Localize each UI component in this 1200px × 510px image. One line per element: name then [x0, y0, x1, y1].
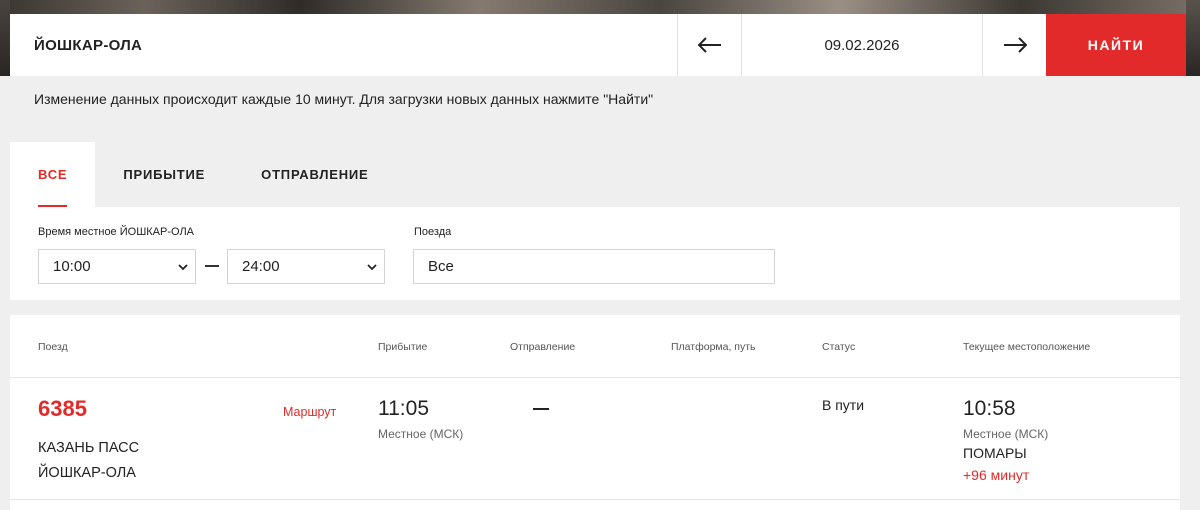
find-button-label: НАЙТИ: [1087, 37, 1145, 53]
date-value: 09.02.2026: [824, 36, 900, 54]
date-input[interactable]: 09.02.2026: [742, 14, 982, 76]
header-location: Текущее местоположение: [963, 341, 1091, 353]
header-train: Поезд: [38, 341, 68, 353]
next-date-button[interactable]: [982, 14, 1046, 76]
header-photo-right: [1186, 0, 1200, 76]
time-filter-label: Время местное ЙОШКАР-ОЛА: [38, 226, 195, 238]
route-link[interactable]: Маршрут: [283, 405, 336, 419]
header-departure: Отправление: [510, 341, 576, 353]
header-platform: Платформа, путь: [671, 341, 756, 353]
update-notice: Изменение данных происходит каждые 10 ми…: [34, 91, 654, 107]
time-to-select[interactable]: 24:00: [227, 249, 385, 284]
arrival-time: 11:05: [378, 397, 429, 420]
find-button[interactable]: НАЙТИ: [1046, 14, 1186, 76]
location-timezone-note: Местное (МСК): [963, 427, 1049, 441]
tab-arrival-label: ПРИБЫТИЕ: [123, 167, 206, 182]
city-value: ЙОШКАР-ОЛА: [34, 36, 143, 54]
chevron-down-icon: [367, 264, 377, 271]
departure-empty-dash: [533, 408, 549, 410]
filter-panel: Время местное ЙОШКАР-ОЛА 10:00 24:00 Пое…: [10, 207, 1180, 300]
arrival-timezone-note: Местное (МСК): [378, 427, 464, 441]
tab-all-label: ВСЕ: [38, 167, 68, 182]
divider: [10, 377, 1180, 378]
results-table: Поезд Прибытие Отправление Платформа, пу…: [10, 315, 1180, 510]
destination-station: ЙОШКАР-ОЛА: [38, 465, 136, 481]
previous-date-button[interactable]: [678, 14, 742, 76]
time-from-select[interactable]: 10:00: [38, 249, 196, 284]
location-station: ПОМАРЫ: [963, 445, 1027, 461]
tab-departure-label: ОТПРАВЛЕНИЕ: [261, 167, 369, 182]
header-arrival: Прибытие: [378, 341, 428, 353]
tab-all[interactable]: ВСЕ: [10, 142, 96, 207]
trains-filter-label: Поезда: [414, 226, 452, 238]
chevron-down-icon: [178, 264, 188, 271]
location-time: 10:58: [963, 397, 1016, 420]
time-from-value: 10:00: [53, 258, 91, 275]
city-input[interactable]: ЙОШКАР-ОЛА: [10, 14, 678, 76]
time-range-separator: [205, 265, 219, 267]
tab-arrival[interactable]: ПРИБЫТИЕ: [95, 142, 233, 207]
time-to-value: 24:00: [242, 258, 280, 275]
header-photo: [0, 0, 1200, 14]
arrow-left-icon: [697, 37, 721, 53]
tab-bar: ВСЕ ПРИБЫТИЕ ОТПРАВЛЕНИЕ: [10, 142, 397, 207]
origin-station: КАЗАНЬ ПАСС: [38, 440, 140, 456]
header-photo-left: [0, 0, 10, 76]
search-bar: ЙОШКАР-ОЛА 09.02.2026 НАЙТИ: [10, 14, 1186, 76]
tab-departure[interactable]: ОТПРАВЛЕНИЕ: [233, 142, 396, 207]
arrow-right-icon: [1003, 37, 1027, 53]
trains-select[interactable]: Все: [413, 249, 775, 284]
divider: [10, 499, 1180, 500]
train-number-link[interactable]: 6385: [38, 396, 87, 422]
delay-badge: +96 минут: [963, 467, 1030, 483]
header-status: Статус: [822, 341, 856, 353]
trains-value: Все: [428, 258, 454, 275]
status-text: В пути: [822, 397, 865, 413]
